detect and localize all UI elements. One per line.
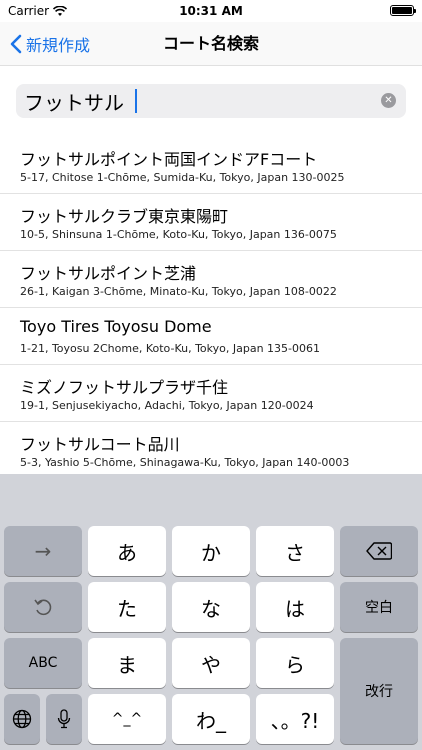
result-name: フットサルコート品川 [20,435,180,454]
abc-key[interactable]: ABC [4,638,82,688]
keyboard: → あ か さ た な は 空白 ABC ま や ら 改行 ^_^ わ_ 、。?… [0,474,422,750]
key-ka[interactable]: か [172,526,250,576]
list-item[interactable]: フットサルポイント両国インドアFコート 5-17, Chitose 1-Chōm… [0,137,422,194]
clear-icon[interactable]: ✕ [381,93,396,108]
list-item[interactable]: フットサルコート品川 5-3, Yashio 5-Chōme, Shinagaw… [0,422,422,476]
emoticon-key[interactable]: ^_^ [88,694,166,744]
results-list: フットサルポイント両国インドアFコート 5-17, Chitose 1-Chōm… [0,137,422,476]
status-bar: Carrier 10:31 AM [0,0,422,22]
key-sa[interactable]: さ [256,526,334,576]
delete-key[interactable] [340,526,418,576]
navigation-bar: 新規作成 コート名検索 [0,22,422,66]
result-address: 19-1, Senjusekiyacho, Adachi, Tokyo, Jap… [20,399,314,412]
search-input[interactable] [24,87,364,115]
key-ta[interactable]: た [88,582,166,632]
undo-key[interactable] [4,582,82,632]
result-address: 5-17, Chitose 1-Chōme, Sumida-Ku, Tokyo,… [20,171,345,184]
return-key[interactable]: 改行 [340,638,418,744]
undo-icon [34,599,52,616]
result-name: フットサルポイント芝浦 [20,264,197,283]
result-address: 5-3, Yashio 5-Chōme, Shinagawa-Ku, Tokyo… [20,456,350,469]
page-title: コート名検索 [162,34,259,53]
status-time: 10:31 AM [179,4,243,18]
result-name: Toyo Tires Toyosu Dome [20,317,212,336]
result-name: ミズノフットサルプラザ千住 [20,378,229,397]
list-item[interactable]: フットサルポイント芝浦 26-1, Kaigan 3-Chōme, Minato… [0,251,422,308]
battery-icon [390,5,416,16]
key-wa[interactable]: わ_ [172,694,250,744]
globe-icon [12,709,32,729]
space-key[interactable]: 空白 [340,582,418,632]
result-address: 10-5, Shinsuna 1-Chōme, Koto-Ku, Tokyo, … [20,228,337,241]
key-ha[interactable]: は [256,582,334,632]
result-name: フットサルクラブ東京東陽町 [20,207,229,226]
key-a[interactable]: あ [88,526,166,576]
key-ra[interactable]: ら [256,638,334,688]
key-ma[interactable]: ま [88,638,166,688]
result-address: 1-21, Toyosu 2Chome, Koto-Ku, Tokyo, Jap… [20,342,321,355]
key-ya[interactable]: や [172,638,250,688]
list-item[interactable]: ミズノフットサルプラザ千住 19-1, Senjusekiyacho, Adac… [0,365,422,422]
backspace-icon [366,542,392,560]
result-name: フットサルポイント両国インドアFコート [20,150,318,169]
globe-key[interactable] [4,694,40,744]
result-address: 26-1, Kaigan 3-Chōme, Minato-Ku, Tokyo, … [20,285,337,298]
search-bar: ✕ [16,84,406,118]
list-item[interactable]: フットサルクラブ東京東陽町 10-5, Shinsuna 1-Chōme, Ko… [0,194,422,251]
text-cursor [135,89,137,113]
key-na[interactable]: な [172,582,250,632]
dictation-key[interactable] [46,694,82,744]
punctuation-key[interactable]: 、。?! [256,694,334,744]
list-item[interactable]: Toyo Tires Toyosu Dome 1-21, Toyosu 2Cho… [0,308,422,365]
next-candidate-key[interactable]: → [4,526,82,576]
microphone-icon [57,709,71,729]
